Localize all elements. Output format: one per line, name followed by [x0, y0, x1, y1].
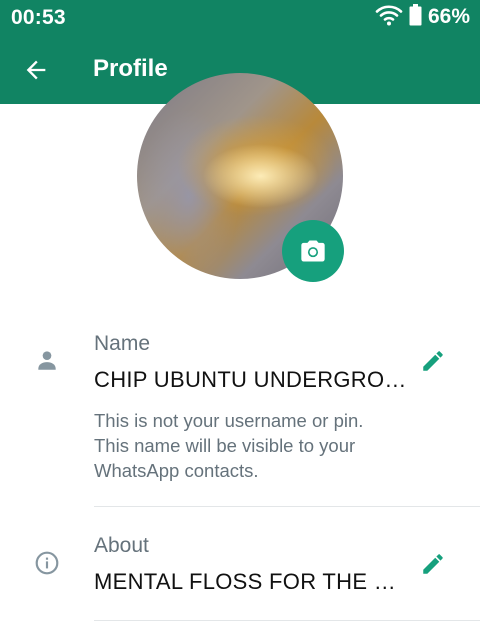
- status-icons: 66%: [375, 3, 470, 31]
- battery-percent: 66%: [427, 5, 470, 28]
- info-icon: [34, 550, 60, 576]
- about-value: MENTAL FLOSS FOR THE MIND: [94, 569, 412, 594]
- name-label: Name: [94, 332, 151, 355]
- profile-photo-section: [137, 73, 344, 282]
- helper-line: WhatsApp contacts.: [94, 460, 259, 481]
- name-section[interactable]: Name CHIP UBUNTU UNDERGROUND This is not…: [0, 320, 480, 510]
- helper-line: This is not your username or pin.: [94, 410, 364, 431]
- pencil-icon: [423, 554, 443, 574]
- camera-icon: [301, 240, 325, 262]
- name-helper-text: This is not your username or pin. This n…: [94, 408, 434, 483]
- status-time: 00:53: [11, 6, 66, 29]
- pencil-icon: [423, 351, 443, 371]
- battery-icon: [409, 3, 422, 31]
- helper-line: This name will be visible to your: [94, 435, 356, 456]
- status-bar: 00:53 66%: [0, 0, 480, 34]
- about-section[interactable]: About MENTAL FLOSS FOR THE MIND: [0, 524, 480, 620]
- edit-name-button[interactable]: [420, 348, 446, 374]
- divider: [94, 620, 480, 621]
- name-value: CHIP UBUNTU UNDERGROUND: [94, 367, 412, 392]
- about-label: About: [94, 534, 149, 557]
- arrow-back-icon: [26, 60, 46, 80]
- back-button[interactable]: [22, 56, 50, 84]
- edit-about-button[interactable]: [420, 551, 446, 577]
- divider: [94, 506, 480, 507]
- person-icon: [34, 347, 60, 373]
- change-photo-button[interactable]: [282, 220, 344, 282]
- wifi-icon: [375, 4, 403, 31]
